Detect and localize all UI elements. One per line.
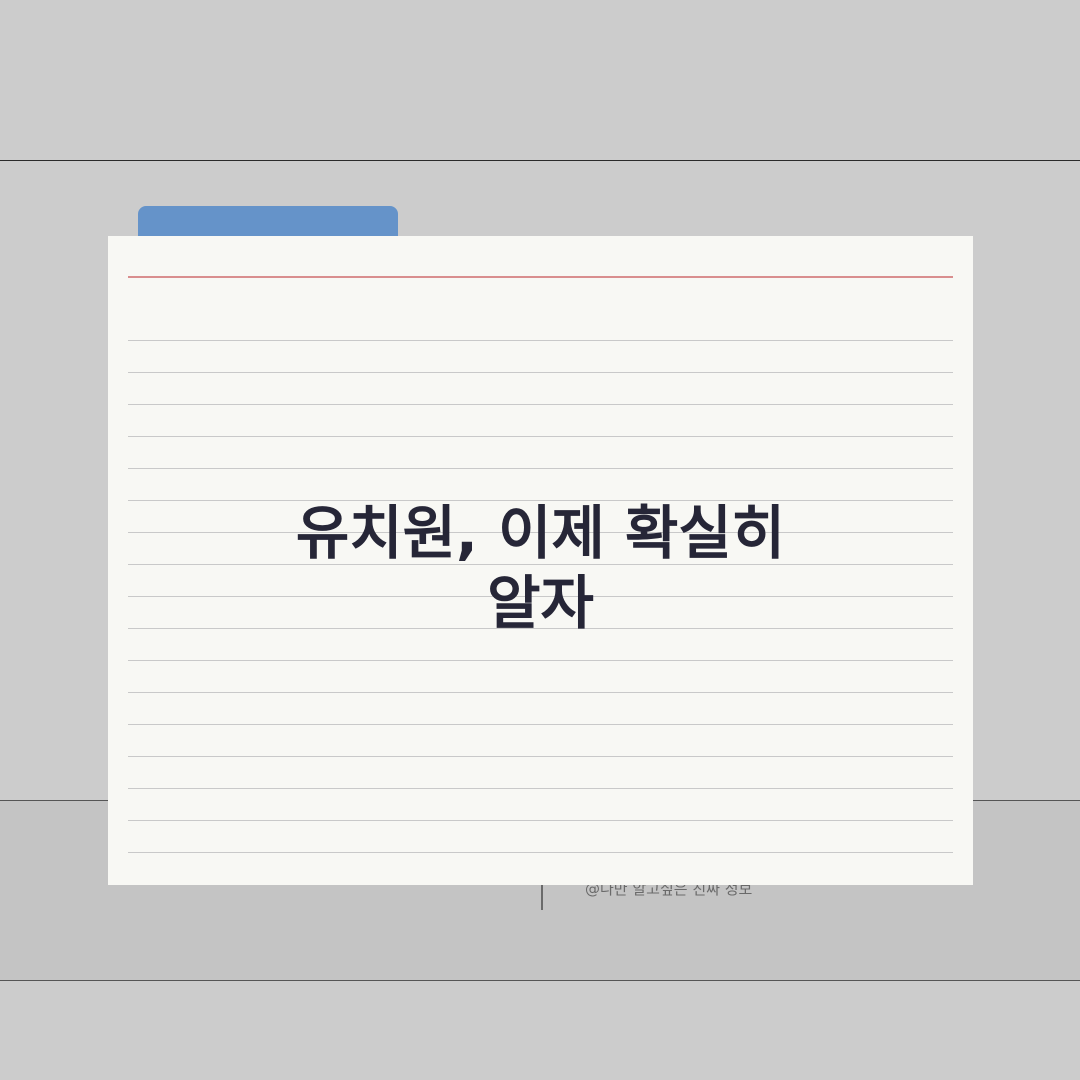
notecard-rule xyxy=(128,820,953,821)
notecard-rule xyxy=(128,724,953,725)
notecard-rule xyxy=(128,788,953,789)
notecard-rule xyxy=(128,468,953,469)
notecard-rule xyxy=(128,660,953,661)
notecard-rule xyxy=(128,852,953,853)
notecard-rule xyxy=(128,692,953,693)
title-line-1: 유치원, 이제 확실히 xyxy=(295,499,786,567)
notecard: 유치원, 이제 확실히 알자 xyxy=(108,236,973,885)
page-title: 유치원, 이제 확실히 알자 xyxy=(108,498,973,638)
title-line-2: 알자 xyxy=(487,569,594,637)
top-divider-line xyxy=(0,160,1080,161)
notecard-rule xyxy=(128,372,953,373)
notecard-rule xyxy=(128,756,953,757)
notecard-rule xyxy=(128,340,953,341)
notecard-rule xyxy=(128,436,953,437)
notecard-margin-line xyxy=(128,276,953,278)
notecard-rule xyxy=(128,404,953,405)
